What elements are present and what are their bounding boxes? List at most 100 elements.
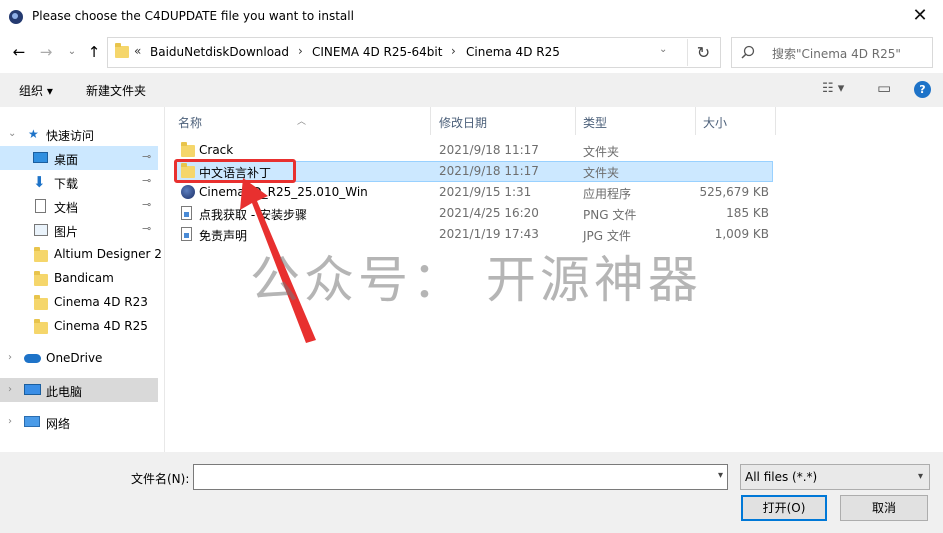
sidebar-item-label: Bandicam: [54, 271, 114, 285]
new-folder-button[interactable]: 新建文件夹: [86, 82, 146, 99]
list-item[interactable]: Cinema4D_R25_25.010_Win 2021/9/15 1:31 应…: [175, 182, 773, 203]
breadcrumb-baidunetdisk[interactable]: BaiduNetdiskDownload: [150, 45, 289, 59]
desktop-icon: [33, 152, 48, 163]
open-button[interactable]: 打开(O): [741, 495, 827, 521]
file-name: 点我获取 - 安装步骤: [199, 208, 307, 222]
file-name: Crack: [199, 143, 234, 157]
sidebar-item-this-pc[interactable]: › 此电脑: [0, 378, 158, 402]
file-date: 2021/9/18 11:17: [439, 143, 539, 157]
command-bar: 组织 ▾ 新建文件夹 ☷ ▾ ▭: [0, 73, 943, 107]
breadcrumb-cinema4d-r25[interactable]: Cinema 4D R25: [466, 45, 560, 59]
sidebar-item-bandicam[interactable]: Bandicam: [0, 266, 158, 290]
sidebar-item-cinema4d-r23[interactable]: Cinema 4D R23: [0, 290, 158, 314]
pin-icon: ⊸: [142, 150, 152, 163]
folder-icon: [115, 43, 129, 58]
pin-icon: ⊸: [142, 198, 152, 211]
view-options-icon[interactable]: ☷ ▾: [822, 81, 844, 96]
refresh-button[interactable]: ↻: [687, 39, 719, 66]
column-header-size[interactable]: 大小: [703, 114, 727, 131]
folder-icon: [181, 142, 195, 157]
star-icon: ★: [28, 127, 39, 141]
breadcrumb-separator[interactable]: ›: [298, 44, 303, 58]
overflow-chevron[interactable]: «: [134, 44, 141, 58]
column-header-date[interactable]: 修改日期: [439, 114, 487, 131]
address-dropdown[interactable]: ⌄: [659, 44, 667, 55]
sidebar-item-label: 网络: [46, 417, 71, 431]
sidebar-item-quick-access[interactable]: ⌄ ★ 快速访问: [0, 122, 158, 146]
search-icon: [741, 45, 755, 59]
sidebar-item-onedrive[interactable]: › OneDrive: [0, 346, 158, 370]
sidebar-item-network[interactable]: › 网络: [0, 410, 158, 434]
sidebar-item-downloads[interactable]: ⬇ 下载 ⊸: [0, 170, 158, 194]
chevron-down-icon[interactable]: ▾: [718, 470, 723, 481]
column-divider[interactable]: [575, 107, 576, 135]
close-button[interactable]: ✕: [897, 0, 943, 33]
sidebar-item-cinema4d-r25[interactable]: Cinema 4D R25: [0, 314, 158, 338]
filename-label: 文件名(N):: [131, 472, 190, 486]
file-type-filter-value: All files (*.*): [745, 470, 818, 484]
sidebar-item-altium[interactable]: Altium Designer 2: [0, 242, 162, 266]
file-size: 525,679 KB: [699, 185, 769, 199]
picture-icon: [34, 224, 48, 236]
title-bar: Please choose the C4DUPDATE file you wan…: [0, 0, 943, 33]
folder-icon: [34, 247, 48, 262]
window-title: Please choose the C4DUPDATE file you wan…: [32, 9, 354, 23]
recent-locations-button[interactable]: ⌄: [62, 41, 82, 63]
sidebar-item-label: 文档: [54, 201, 79, 215]
sidebar-item-label: Cinema 4D R23: [54, 295, 148, 309]
sidebar-item-label: 桌面: [54, 153, 79, 167]
folder-icon: [34, 319, 48, 334]
breadcrumb-separator[interactable]: ›: [451, 44, 456, 58]
file-name: Cinema4D_R25_25.010_Win: [199, 185, 368, 199]
file-type-filter[interactable]: All files (*.*) ▾: [740, 464, 930, 490]
column-divider[interactable]: [430, 107, 431, 135]
file-size: 185 KB: [726, 206, 769, 220]
column-header-row: ︿ 名称 修改日期 类型 大小: [165, 107, 943, 135]
document-icon: [35, 199, 46, 213]
file-date: 2021/1/19 17:43: [439, 227, 539, 241]
network-icon: [24, 416, 40, 427]
chevron-right-icon[interactable]: ›: [8, 416, 12, 427]
folder-icon: [34, 295, 48, 310]
pin-icon: ⊸: [142, 222, 152, 235]
column-divider[interactable]: [775, 107, 776, 135]
sidebar-item-label: 图片: [54, 225, 79, 239]
sidebar-item-pictures[interactable]: 图片 ⊸: [0, 218, 158, 242]
cancel-button[interactable]: 取消: [840, 495, 928, 521]
column-header-type[interactable]: 类型: [583, 114, 607, 131]
chevron-down-icon[interactable]: ⌄: [8, 128, 16, 139]
file-date: 2021/9/15 1:31: [439, 185, 532, 199]
file-type: 应用程序: [583, 187, 632, 201]
address-bar[interactable]: « BaiduNetdiskDownload › CINEMA 4D R25-6…: [107, 37, 721, 68]
watermark-text: 公众号： 开源神器: [250, 251, 702, 309]
file-size: 1,009 KB: [714, 227, 769, 241]
forward-button[interactable]: →: [36, 41, 56, 63]
list-item[interactable]: Crack 2021/9/18 11:17 文件夹: [175, 140, 773, 161]
column-header-name[interactable]: 名称: [178, 114, 202, 131]
search-box[interactable]: 搜索"Cinema 4D R25": [731, 37, 933, 68]
file-type: PNG 文件: [583, 208, 637, 222]
up-button[interactable]: ↑: [84, 41, 104, 63]
file-date: 2021/4/25 16:20: [439, 206, 539, 220]
search-placeholder: 搜索"Cinema 4D R25": [772, 47, 901, 61]
file-type: 文件夹: [583, 145, 620, 159]
column-divider[interactable]: [695, 107, 696, 135]
organize-menu[interactable]: 组织 ▾: [19, 82, 53, 99]
breadcrumb-cinema4d-r25-64bit[interactable]: CINEMA 4D R25-64bit: [312, 45, 442, 59]
back-button[interactable]: ←: [9, 41, 29, 63]
sidebar-item-label: 此电脑: [46, 385, 83, 399]
navigation-pane: ⌄ ★ 快速访问 桌面 ⊸ ⬇ 下载 ⊸ 文档 ⊸ 图片 ⊸ Altium De…: [0, 107, 165, 452]
sidebar-item-label: 下载: [54, 177, 79, 191]
download-icon: ⬇: [33, 173, 46, 191]
file-type: 文件夹: [583, 166, 620, 180]
chevron-right-icon[interactable]: ›: [8, 352, 12, 363]
sidebar-item-desktop[interactable]: 桌面 ⊸: [0, 146, 158, 170]
file-date: 2021/9/18 11:17: [439, 164, 539, 178]
list-item[interactable]: 点我获取 - 安装步骤 2021/4/25 16:20 PNG 文件 185 K…: [175, 203, 773, 224]
sidebar-item-documents[interactable]: 文档 ⊸: [0, 194, 158, 218]
chevron-down-icon: ▾: [917, 471, 923, 482]
preview-pane-icon[interactable]: ▭: [877, 79, 891, 97]
chevron-right-icon[interactable]: ›: [8, 384, 12, 395]
help-icon[interactable]: ?: [914, 81, 931, 98]
filename-field[interactable]: ▾: [193, 464, 728, 490]
